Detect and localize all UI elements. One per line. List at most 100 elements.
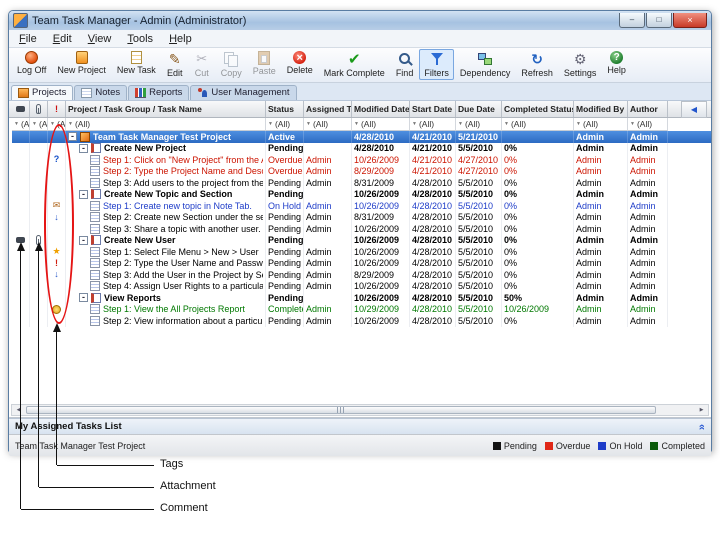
toolbar-label: Delete	[287, 64, 313, 76]
filter-value: (All)	[361, 119, 376, 129]
column-header-status[interactable]: Status	[266, 101, 304, 117]
column-header-comment[interactable]	[12, 101, 30, 117]
grid-row[interactable]: Step 2: View information about a particu…	[12, 315, 711, 327]
filter-cell-completed[interactable]: ▼(All)	[502, 118, 574, 131]
scroll-left-button[interactable]: ◀	[12, 405, 25, 415]
scroll-right-button[interactable]: ▶	[695, 405, 708, 415]
toolbar-new-task-button[interactable]: New Task	[112, 49, 161, 77]
filter-cell-due[interactable]: ▼(All)	[456, 118, 502, 131]
assigned-tasks-panel[interactable]: My Assigned Tasks List »	[9, 418, 711, 434]
title-bar[interactable]: Team Task Manager - Admin (Administrator…	[9, 11, 711, 30]
tab-projects[interactable]: Projects	[11, 85, 73, 100]
menu-view[interactable]: View	[81, 32, 119, 46]
grid-row[interactable]: Step 1: Create new topic in Note Tab.On …	[12, 200, 711, 212]
status-cell: Pending	[266, 246, 304, 258]
menu-edit[interactable]: Edit	[46, 32, 79, 46]
help-icon	[610, 51, 623, 64]
start-cell: 4/28/2010	[410, 281, 456, 293]
tree-expander[interactable]	[79, 144, 88, 153]
grid-row[interactable]: Step 1: Click on "New Project" from the …	[12, 154, 711, 166]
task-name-cell: Step 1: Select File Menu > New > User	[66, 246, 266, 258]
grid-row[interactable]: Step 2: Type the User Name and PasswordP…	[12, 258, 711, 270]
toolbar-filters-button[interactable]: Filters	[419, 49, 454, 80]
column-header-tag[interactable]: !	[48, 101, 66, 117]
tree-expander[interactable]	[68, 132, 77, 141]
tab-user-management[interactable]: User Management	[190, 85, 296, 100]
toolbar-refresh-button[interactable]: Refresh	[516, 49, 558, 80]
toolbar-new-project-button[interactable]: New Project	[52, 49, 111, 77]
menu-help[interactable]: Help	[162, 32, 199, 46]
tab-notes[interactable]: Notes	[74, 85, 127, 100]
column-header-name[interactable]: Project / Task Group / Task Name	[66, 101, 266, 117]
filter-cell-comment[interactable]: ▼(All)	[12, 118, 30, 131]
toolbar-help-button[interactable]: Help	[602, 49, 631, 77]
grid-row[interactable]: Step 1: Select File Menu > New > UserPen…	[12, 246, 711, 258]
grid-row[interactable]: Step 2: Type the Project Name and Descri…	[12, 166, 711, 178]
menu-tools[interactable]: Tools	[120, 32, 160, 46]
grid-row[interactable]: Team Task Manager Test ProjectActive4/28…	[12, 131, 711, 143]
author-cell: Admin	[628, 189, 668, 201]
column-header-modified[interactable]: Modified Date	[352, 101, 410, 117]
toolbar-settings-button[interactable]: Settings	[559, 49, 602, 80]
grid-row[interactable]: Create New UserPending10/26/20094/28/201…	[12, 235, 711, 247]
filter-cell-modified[interactable]: ▼(All)	[352, 118, 410, 131]
tree-expander[interactable]	[79, 190, 88, 199]
task-name-cell: Step 2: Create new Section under the sel…	[66, 212, 266, 224]
author-cell: Admin	[628, 143, 668, 155]
modified-cell: 8/31/2009	[352, 177, 410, 189]
grid-row[interactable]: Step 1: View the All Projects ReportComp…	[12, 304, 711, 316]
collapse-chevron-icon[interactable]: »	[696, 423, 708, 429]
grid-row[interactable]: Step 2: Create new Section under the sel…	[12, 212, 711, 224]
grid-row[interactable]: Step 3: Add users to the project from th…	[12, 177, 711, 189]
filter-dropdown-icon: ▼	[412, 121, 417, 127]
column-header-label: Modified Date	[354, 104, 410, 114]
maximize-button[interactable]: □	[646, 13, 672, 28]
toolbar-dependency-button[interactable]: Dependency	[455, 49, 516, 80]
column-header-modified_by[interactable]: Modified By	[574, 101, 628, 117]
filter-cell-assigned[interactable]: ▼(All)	[304, 118, 352, 131]
attachment-cell	[30, 304, 48, 316]
filter-cell-name[interactable]: ▼(All)	[66, 118, 266, 131]
horizontal-scrollbar[interactable]: ◀ ▶	[11, 404, 709, 416]
toolbar-logoff-button[interactable]: Log Off	[12, 49, 51, 77]
grid-row[interactable]: Step 3: Add the User in the Project by S…	[12, 269, 711, 281]
task-grid: !Project / Task Group / Task NameStatusA…	[9, 101, 711, 418]
scrollbar-thumb[interactable]	[26, 406, 656, 414]
column-header-completed[interactable]: Completed Status	[502, 101, 574, 117]
tab-reports[interactable]: Reports	[128, 85, 189, 100]
tree-expander[interactable]	[79, 236, 88, 245]
filter-dropdown-icon: ▼	[306, 121, 311, 127]
grid-row[interactable]: Step 3: Share a topic with another user.…	[12, 223, 711, 235]
minimize-button[interactable]: –	[619, 13, 645, 28]
toolbar-edit-button[interactable]: Edit	[162, 49, 188, 80]
filter-cell-attachment[interactable]: ▼(All)	[30, 118, 48, 131]
column-header-due[interactable]: Due Date	[456, 101, 502, 117]
toolbar-copy-button[interactable]: Copy	[216, 49, 247, 80]
column-header-attachment[interactable]	[30, 101, 48, 117]
grid-row[interactable]: View ReportsPending10/26/20094/28/20105/…	[12, 292, 711, 304]
start-cell: 4/28/2010	[410, 177, 456, 189]
toolbar-paste-button[interactable]: Paste	[248, 49, 281, 78]
grid-row[interactable]: Create New ProjectPending4/28/20104/21/2…	[12, 143, 711, 155]
column-header-start[interactable]: Start Date	[410, 101, 456, 117]
close-button[interactable]: ×	[673, 13, 707, 28]
filter-cell-modified_by[interactable]: ▼(All)	[574, 118, 628, 131]
filter-cell-status[interactable]: ▼(All)	[266, 118, 304, 131]
column-nav-button[interactable]: ◀	[681, 101, 707, 118]
task-name-cell: Step 2: Type the Project Name and Descri…	[66, 166, 266, 178]
users-tab-icon	[197, 88, 208, 98]
toolbar-delete-button[interactable]: Delete	[282, 49, 318, 77]
grid-row[interactable]: Step 4: Assign User Rights to a particul…	[12, 281, 711, 293]
tree-expander[interactable]	[79, 293, 88, 302]
column-header-author[interactable]: Author	[628, 101, 668, 117]
column-header-assigned[interactable]: Assigned To	[304, 101, 352, 117]
toolbar-mark-complete-button[interactable]: Mark Complete	[319, 49, 390, 80]
toolbar-find-button[interactable]: Find	[391, 49, 419, 80]
menu-file[interactable]: File	[12, 32, 44, 46]
filter-cell-author[interactable]: ▼(All)	[628, 118, 668, 131]
grid-row[interactable]: Create New Topic and SectionPending10/26…	[12, 189, 711, 201]
toolbar-cut-button[interactable]: Cut	[189, 49, 215, 80]
filter-cell-start[interactable]: ▼(All)	[410, 118, 456, 131]
author-cell: Admin	[628, 281, 668, 293]
filler-cell	[668, 131, 694, 143]
